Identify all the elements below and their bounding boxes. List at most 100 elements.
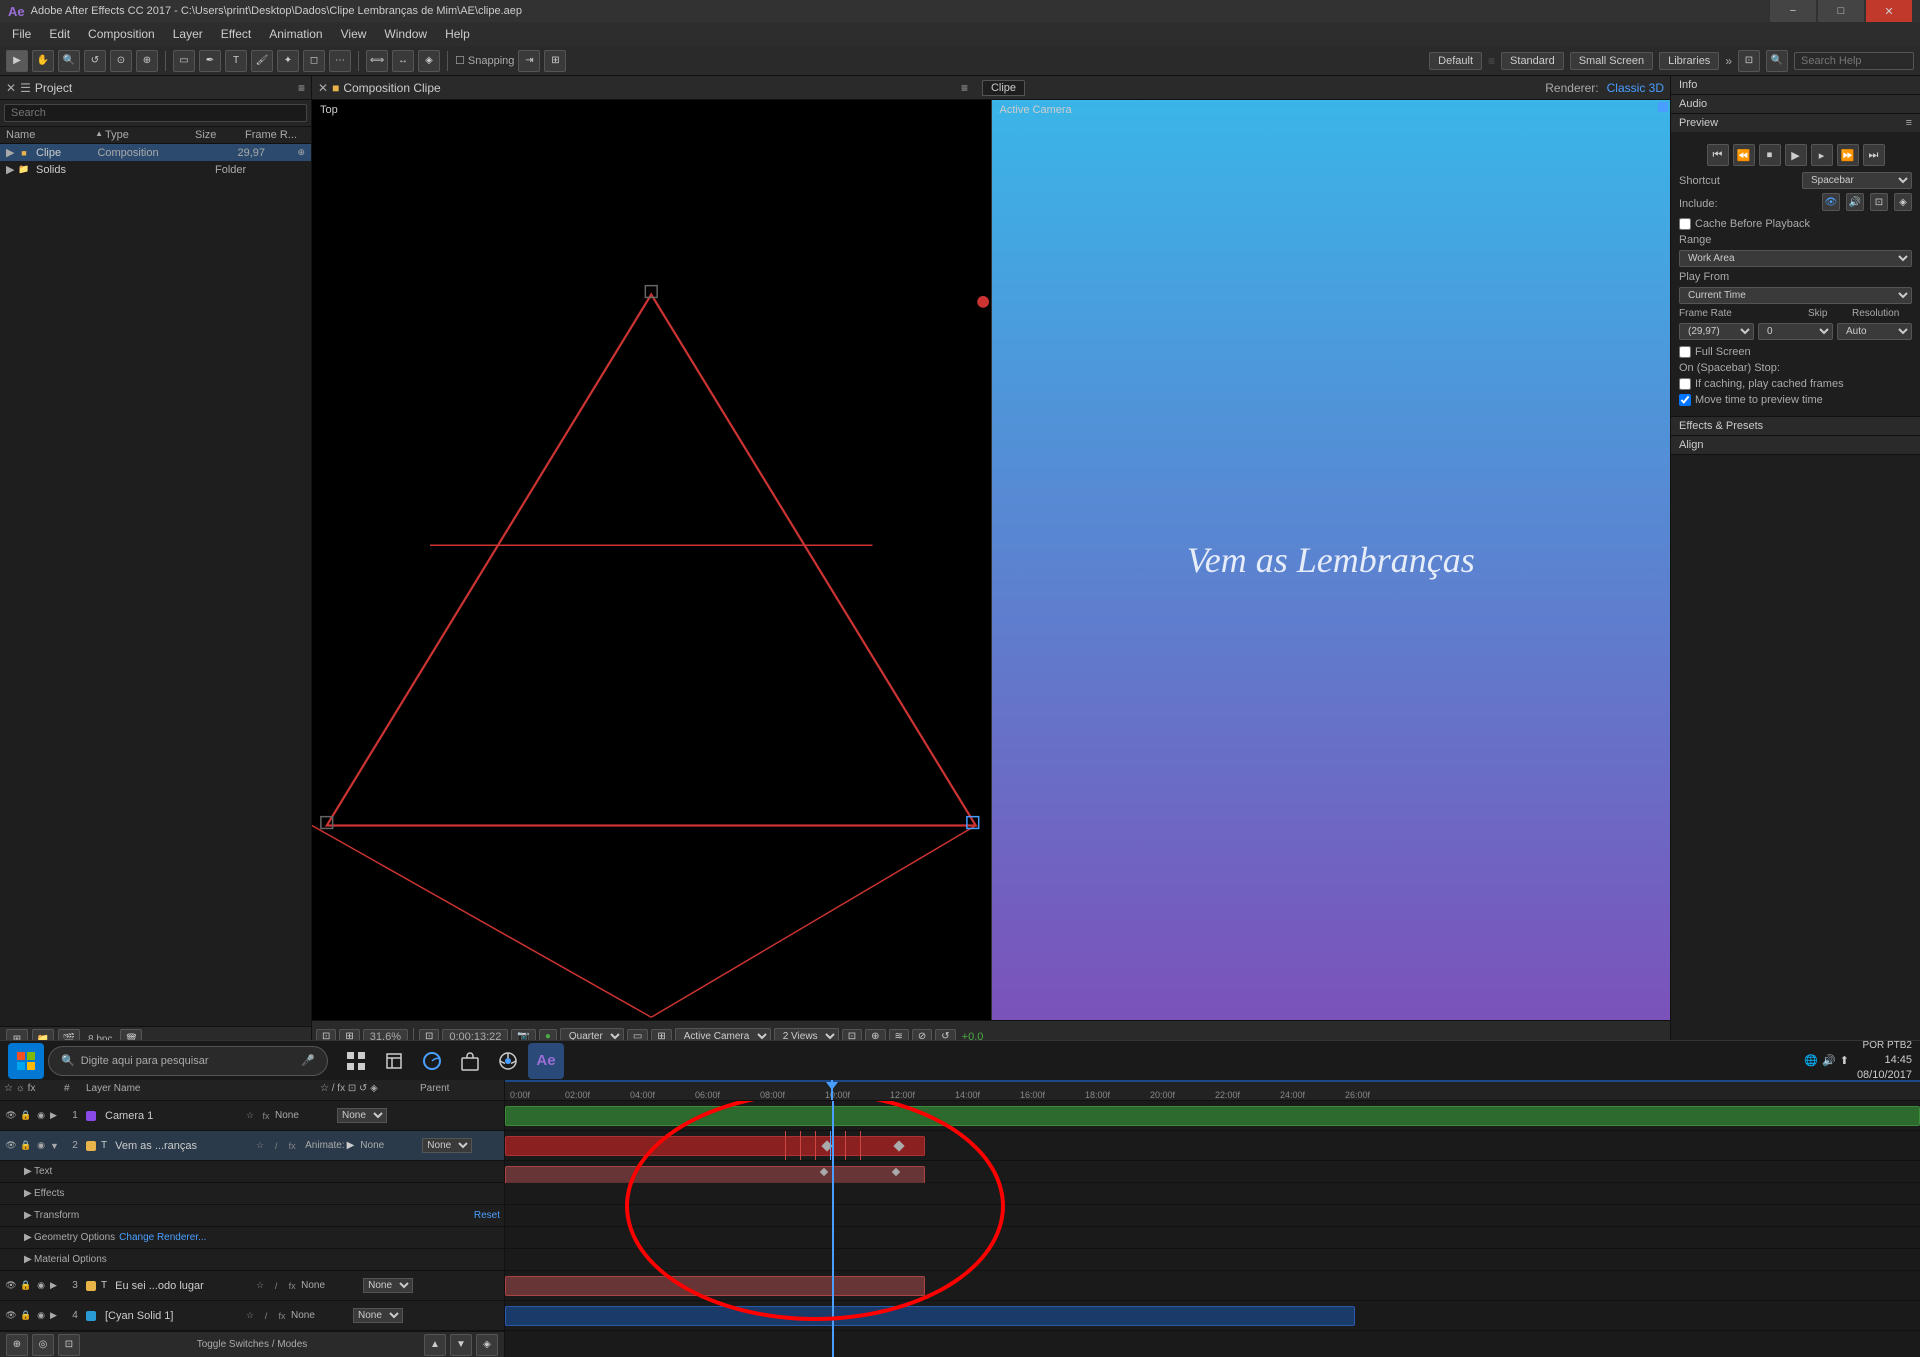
eye-icon-4[interactable]: 👁 — [4, 1309, 18, 1323]
preview-menu-icon[interactable]: ≡ — [1906, 117, 1912, 129]
comp-menu-icon[interactable]: ≡ — [961, 81, 968, 95]
overflow-include-icon[interactable]: ⊡ — [1870, 193, 1888, 211]
audio-include-icon[interactable]: 🔊 — [1846, 193, 1864, 211]
menu-item-help[interactable]: Help — [437, 25, 478, 43]
layer4-parent-select[interactable]: None — [353, 1308, 403, 1323]
lock-icon-4[interactable]: 🔒 — [19, 1309, 33, 1323]
skip-select[interactable]: 0 — [1758, 323, 1833, 340]
prev-back-btn[interactable]: ⏪ — [1733, 144, 1755, 166]
project-search-input[interactable] — [4, 104, 307, 122]
taskbar-search[interactable]: 🔍 Digite aqui para pesquisar 🎤 — [48, 1046, 328, 1076]
menu-item-layer[interactable]: Layer — [165, 25, 211, 43]
sw-fx-4[interactable]: fx — [275, 1309, 289, 1323]
preset-standard[interactable]: Standard — [1501, 52, 1564, 70]
grid-btn[interactable]: ⊞ — [544, 50, 566, 72]
move-time-checkbox[interactable] — [1679, 394, 1691, 406]
sublayer-geometry[interactable]: ▶ Geometry Options Change Renderer... — [0, 1227, 504, 1249]
info-title[interactable]: Info — [1671, 76, 1920, 94]
sw-star-1[interactable]: ☆ — [243, 1109, 257, 1123]
sw-star-4[interactable]: ☆ — [243, 1309, 257, 1323]
eraser-tool[interactable]: ◻ — [303, 50, 325, 72]
if-caching-checkbox[interactable] — [1679, 378, 1691, 390]
clone-tool[interactable]: ✦ — [277, 50, 299, 72]
prev-last-btn[interactable]: ⏭ — [1863, 144, 1885, 166]
toolbar-more[interactable]: » — [1725, 54, 1732, 68]
camera-orbit-tool[interactable]: ⊙ — [110, 50, 132, 72]
menu-item-effect[interactable]: Effect — [213, 25, 259, 43]
search-input[interactable] — [1794, 52, 1914, 70]
layer3-parent-select[interactable]: None — [363, 1278, 413, 1293]
eye-icon-3[interactable]: 👁 — [4, 1279, 18, 1293]
search-btn[interactable]: 🔍 — [1766, 50, 1788, 72]
shortcut-select[interactable]: Spacebar — [1802, 172, 1912, 189]
layer-2[interactable]: 👁 🔒 ◉ ▼ 2 T Vem as ...ranças ☆ / fx Anim… — [0, 1131, 504, 1161]
menu-item-file[interactable]: File — [4, 25, 39, 43]
prev-play-audio-btn[interactable]: ▸ — [1811, 144, 1833, 166]
lock-icon-2[interactable]: 🔒 — [19, 1139, 33, 1153]
sublayer-material[interactable]: ▶ Material Options — [0, 1249, 504, 1271]
sw-slash-4[interactable]: / — [259, 1309, 273, 1323]
solo-icon-2[interactable]: ◉ — [34, 1139, 48, 1153]
tl-footer-btn1[interactable]: ⊕ — [6, 1334, 28, 1356]
maximize-button[interactable]: □ — [1818, 0, 1864, 22]
transform-tool[interactable]: ↔ — [392, 50, 414, 72]
project-menu-icon[interactable]: ≡ — [298, 81, 305, 95]
frame-rate-select[interactable]: (29,97) — [1679, 323, 1754, 340]
zoom-tool[interactable]: 🔍 — [58, 50, 80, 72]
sw-star-2[interactable]: ☆ — [253, 1139, 267, 1153]
top-viewport[interactable] — [312, 100, 991, 1020]
tl-footer-btn2[interactable]: ◎ — [32, 1334, 54, 1356]
menu-item-view[interactable]: View — [333, 25, 375, 43]
preset-small[interactable]: Small Screen — [1570, 52, 1653, 70]
preset-default[interactable]: Default — [1429, 52, 1482, 70]
expand-2[interactable]: ▼ — [50, 1141, 64, 1151]
effects-include-icon[interactable]: ◈ — [1894, 193, 1912, 211]
camera-pan-tool[interactable]: ⊕ — [136, 50, 158, 72]
workspace-btn[interactable]: ⊡ — [1738, 50, 1760, 72]
sw-slash-3[interactable]: / — [269, 1279, 283, 1293]
menu-item-edit[interactable]: Edit — [41, 25, 78, 43]
eye-icon-1[interactable]: 👁 — [4, 1109, 18, 1123]
sublayer-transform[interactable]: ▶ Transform Reset — [0, 1205, 504, 1227]
expand-mat[interactable]: ▶ — [24, 1254, 34, 1265]
expand-transform[interactable]: ▶ — [24, 1210, 34, 1221]
close-panel-icon[interactable]: ✕ — [6, 81, 16, 95]
layer-4[interactable]: 👁 🔒 ◉ ▶ 4 [Cyan Solid 1] ☆ / fx None — [0, 1301, 504, 1331]
animate-icon[interactable]: ▶ — [347, 1140, 355, 1151]
prev-play-btn[interactable]: ▶ — [1785, 144, 1807, 166]
task-icon-ae[interactable]: Ae — [528, 1043, 564, 1079]
solo-icon-4[interactable]: ◉ — [34, 1309, 48, 1323]
sw-fx-3[interactable]: fx — [285, 1279, 299, 1293]
video-include-icon[interactable]: 👁 — [1822, 193, 1840, 211]
pen-tool[interactable]: ✒ — [199, 50, 221, 72]
align-title[interactable]: Align — [1671, 436, 1920, 454]
tl-footer-btn5[interactable]: ▼ — [450, 1334, 472, 1356]
rotate-tool[interactable]: ↺ — [84, 50, 106, 72]
play-from-select[interactable]: Current Time — [1679, 287, 1912, 304]
tl-footer-btn4[interactable]: ▲ — [424, 1334, 446, 1356]
change-renderer-label[interactable]: Change Renderer... — [119, 1232, 206, 1243]
comp-close-icon[interactable]: ✕ — [318, 81, 328, 95]
task-icon-chrome[interactable] — [490, 1043, 526, 1079]
cache-checkbox[interactable] — [1679, 218, 1691, 230]
layer-3[interactable]: 👁 🔒 ◉ ▶ 3 T Eu sei ...odo lugar ☆ / fx N… — [0, 1271, 504, 1301]
project-item-clipe[interactable]: ▶ ■ Clipe Composition 29,97 ⊕ — [0, 144, 311, 161]
task-icon-explorer[interactable] — [376, 1043, 412, 1079]
preset-libraries[interactable]: Libraries — [1659, 52, 1719, 70]
snapping-btn[interactable]: ⇥ — [518, 50, 540, 72]
shape-tool-rect[interactable]: ▭ — [173, 50, 195, 72]
close-button[interactable]: ✕ — [1866, 0, 1912, 22]
menu-item-window[interactable]: Window — [376, 25, 435, 43]
start-button[interactable] — [8, 1043, 44, 1079]
sw-star-3[interactable]: ☆ — [253, 1279, 267, 1293]
layer1-parent-select[interactable]: None — [337, 1108, 387, 1123]
layer-1[interactable]: 👁 🔒 ◉ ▶ 1 Camera 1 ☆ fx None None — [0, 1101, 504, 1131]
expand-1[interactable]: ▶ — [50, 1110, 64, 1121]
expand-effects[interactable]: ▶ — [24, 1188, 34, 1199]
hand-tool[interactable]: ✋ — [32, 50, 54, 72]
minimize-button[interactable]: − — [1770, 0, 1816, 22]
puppet-tool[interactable]: ⋯ — [329, 50, 351, 72]
sublayer-text[interactable]: ▶ Text — [0, 1161, 504, 1183]
fullscreen-checkbox[interactable] — [1679, 346, 1691, 358]
preview-title[interactable]: Preview ≡ — [1671, 114, 1920, 132]
